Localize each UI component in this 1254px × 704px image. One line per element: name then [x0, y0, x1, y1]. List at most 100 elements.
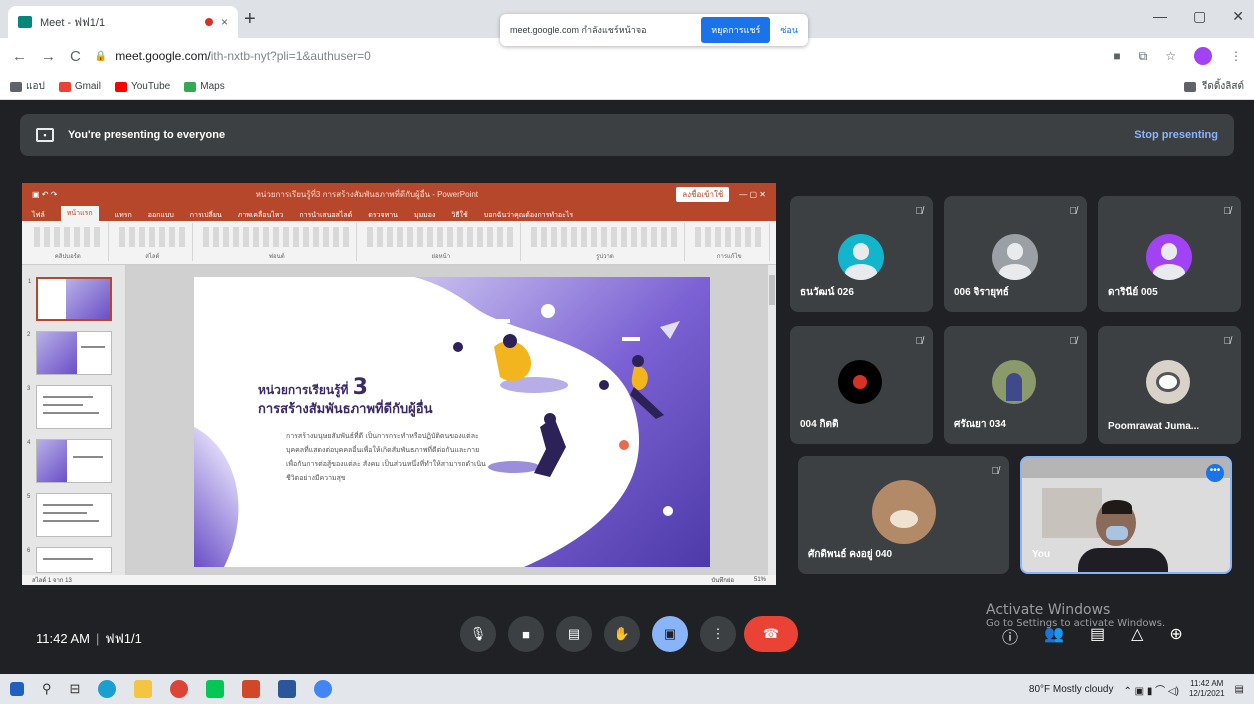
- participant-tile[interactable]: 🎙̸ 004 กิตติ: [790, 326, 933, 444]
- more-options-icon[interactable]: •••: [1206, 464, 1224, 482]
- star-icon[interactable]: ☆: [1165, 49, 1176, 63]
- activities-icon[interactable]: △: [1131, 624, 1143, 648]
- bookmark-youtube[interactable]: YouTube: [114, 81, 170, 92]
- slide-canvas: หน่วยการเรียนรู้ที่ 3 การสร้างสัมพันธภาพ…: [126, 265, 768, 575]
- ribbon-group: คลิปบอร์ด: [28, 223, 109, 261]
- extensions-icon[interactable]: ⧉: [1139, 49, 1148, 64]
- ribbon-tab: ออกแบบ: [147, 212, 174, 219]
- close-window-button[interactable]: ✕: [1232, 8, 1244, 25]
- minimize-button[interactable]: —: [1153, 8, 1167, 25]
- hide-notice-button[interactable]: ซ่อน: [780, 23, 798, 37]
- microphone-button[interactable]: 🎙: [460, 616, 496, 652]
- weather-text[interactable]: 80°F Mostly cloudy: [1029, 684, 1114, 695]
- reading-list-icon: [1184, 81, 1197, 92]
- participant-name: ศักดิพนธ์ คงอยู่ 040: [808, 549, 893, 560]
- browser-tab-meet[interactable]: Meet - ฟฟ1/1 ×: [8, 6, 238, 38]
- leave-call-button[interactable]: ☎: [744, 616, 798, 652]
- tab-title: Meet - ฟฟ1/1: [40, 17, 106, 29]
- reload-button[interactable]: C: [70, 48, 81, 65]
- sharing-notice: meet.google.com กำลังแชร์หน้าจอ หยุดการแ…: [500, 14, 808, 46]
- mic-muted-icon: 🎙̸: [915, 206, 924, 217]
- self-label: You: [1032, 549, 1051, 560]
- close-tab-icon[interactable]: ×: [221, 15, 228, 29]
- ribbon-group: สไลด์: [113, 223, 194, 261]
- line-icon[interactable]: [206, 680, 225, 698]
- maximize-button[interactable]: ▢: [1193, 8, 1206, 25]
- bookmark-gmail[interactable]: Gmail: [58, 81, 101, 92]
- slide-thumbnail: 5: [27, 493, 112, 537]
- reading-list[interactable]: รีดดิ้งลิสต์: [1184, 79, 1244, 94]
- avatar: [838, 360, 882, 404]
- search-icon[interactable]: ⚲: [42, 681, 52, 697]
- camera-button[interactable]: ■: [508, 616, 544, 652]
- end-call-icon: ☎: [762, 626, 780, 641]
- store-icon[interactable]: [278, 680, 297, 698]
- hand-icon: ✋: [613, 626, 631, 641]
- zoom-level: 51%: [753, 577, 766, 583]
- chrome-app-icon[interactable]: [170, 680, 189, 698]
- powerpoint-status-bar: สไลด์ 1 จาก 13 บันทึกย่อ 51%: [22, 575, 776, 585]
- self-hair: [1102, 500, 1132, 514]
- new-tab-button[interactable]: +: [244, 8, 256, 31]
- captions-button[interactable]: ▤: [556, 616, 592, 652]
- bookmarks-bar: แอป Gmail YouTube Maps รีดดิ้งลิสต์: [0, 74, 1254, 100]
- stop-sharing-button[interactable]: หยุดการแชร์: [701, 17, 771, 43]
- mic-muted-icon: 🎙̸: [1223, 206, 1232, 217]
- self-mask: [1106, 526, 1128, 540]
- slide-thumbnail: 3: [27, 385, 112, 429]
- camera-background: [1022, 458, 1230, 478]
- participant-tile[interactable]: 🎙̸ ธนวัฒน์ 026: [790, 196, 933, 312]
- people-icon[interactable]: 👥: [1044, 624, 1064, 648]
- powerpoint-title-bar: ▣ ↶ ↷ หน่วยการเรียนรู้ที่3 การสร้างสัมพั…: [22, 183, 776, 205]
- participant-tile[interactable]: 🎙̸ ดารินีย์ 005: [1098, 196, 1241, 312]
- participant-tile[interactable]: 🎙̸ ศักดิพนธ์ คงอยู่ 040: [798, 456, 1009, 574]
- participant-name: 004 กิตติ: [800, 419, 839, 430]
- notes-label: บันทึกย่อ: [711, 578, 734, 584]
- present-now-button[interactable]: ▣: [652, 616, 688, 652]
- system-tray: 80°F Mostly cloudy ⌃ ▣ ▮ ⌒ ◁) 11:42 AM 12…: [1029, 679, 1244, 699]
- save-icon: ▣ ↶ ↷: [32, 189, 58, 199]
- gmail-icon: [58, 81, 71, 92]
- host-controls-icon[interactable]: ⊕: [1169, 624, 1182, 648]
- raise-hand-button[interactable]: ✋: [604, 616, 640, 652]
- slide-thumbnail: 1: [28, 277, 112, 321]
- powerpoint-icon[interactable]: [242, 680, 261, 698]
- notification-icon[interactable]: ▤: [1235, 684, 1244, 695]
- powerpoint-ribbon: คลิปบอร์ด สไลด์ ฟอนต์ ย่อหน้า รูปวาด การ…: [22, 221, 776, 265]
- forward-button[interactable]: →: [41, 48, 56, 65]
- start-icon[interactable]: [10, 682, 24, 696]
- url-field[interactable]: 🔒 meet.google.com/ith-nxtb-nyt?pli=1&aut…: [95, 44, 1100, 68]
- profile-avatar[interactable]: [1194, 47, 1212, 65]
- mic-muted-icon: 🎙̸: [1223, 336, 1232, 347]
- slide-thumbnail: 6: [27, 547, 112, 573]
- chat-icon[interactable]: ▤: [1090, 624, 1105, 648]
- self-view-tile[interactable]: ••• You: [1020, 456, 1232, 574]
- more-options-button[interactable]: ⋮: [700, 616, 736, 652]
- tray-clock[interactable]: 11:42 AM 12/1/2021: [1189, 679, 1225, 699]
- camera-icon[interactable]: ■: [1113, 49, 1120, 63]
- ribbon-group: ฟอนต์: [197, 223, 358, 261]
- lock-icon: 🔒: [94, 50, 108, 62]
- ribbon-tab: มุมมอง: [413, 212, 436, 219]
- participant-tile[interactable]: 🎙̸ ศรัณยา 034: [944, 326, 1087, 444]
- stop-presenting-button[interactable]: Stop presenting: [1134, 129, 1218, 141]
- task-view-icon[interactable]: ⊟: [70, 681, 81, 697]
- participant-tile[interactable]: 🎙̸ Poomrawat Juma...: [1098, 326, 1241, 444]
- meeting-details-icon[interactable]: ⓘ: [1002, 624, 1018, 648]
- bookmark-maps[interactable]: Maps: [184, 81, 225, 92]
- mic-muted-icon: 🎙̸: [1069, 206, 1078, 217]
- edge-icon[interactable]: [98, 680, 117, 698]
- tray-icons[interactable]: ⌃ ▣ ▮ ⌒ ◁): [1123, 682, 1178, 697]
- avatar: [1146, 234, 1192, 280]
- window-controls: — ▢ ✕: [1153, 8, 1244, 25]
- bookmark-apps[interactable]: แอป: [10, 79, 45, 94]
- microphone-icon: 🎙: [469, 626, 487, 641]
- slide-thumbnail: 2: [27, 331, 112, 375]
- chrome-icon[interactable]: [314, 680, 333, 698]
- back-button[interactable]: ←: [12, 48, 27, 65]
- file-explorer-icon[interactable]: [134, 680, 153, 698]
- menu-icon[interactable]: ⋮: [1230, 49, 1242, 63]
- ribbon-tab: ไฟล์: [32, 212, 45, 219]
- participant-tile[interactable]: 🎙̸ 006 จิรายุทธ์: [944, 196, 1087, 312]
- meet-favicon-icon: [18, 16, 32, 28]
